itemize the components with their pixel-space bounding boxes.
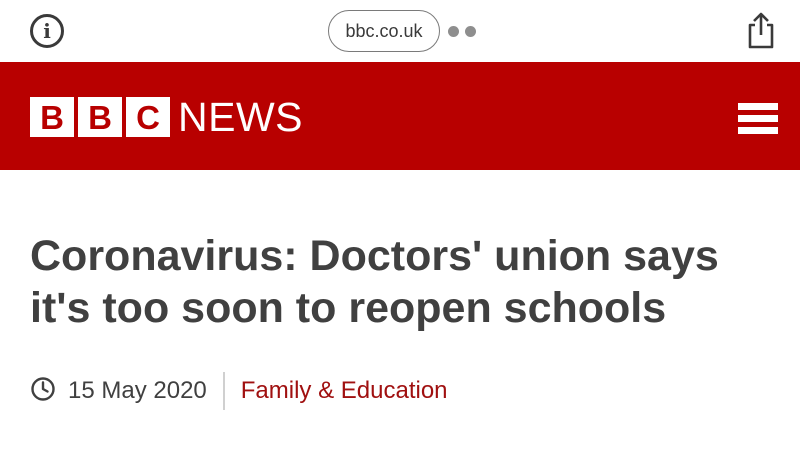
share-icon-graphic [748, 12, 774, 49]
clock-icon [31, 377, 55, 401]
page-dots-indicator [448, 26, 476, 37]
url-text: bbc.co.uk [345, 20, 423, 41]
news-wordmark[interactable]: NEWS [178, 95, 303, 139]
url-bar[interactable]: bbc.co.uk [328, 10, 440, 52]
logo-letter-c: C [126, 97, 170, 137]
bbc-logo[interactable]: B B C [30, 97, 170, 137]
page-dot [465, 26, 476, 37]
menu-bar [738, 115, 778, 122]
site-header: B B C NEWS [0, 62, 800, 170]
info-icon[interactable]: i [30, 14, 64, 48]
menu-bar [738, 127, 778, 134]
logo-letter-b1: B [30, 97, 74, 137]
page-dot [448, 26, 459, 37]
share-icon[interactable] [744, 10, 778, 50]
publish-date: 15 May 2020 [68, 377, 207, 404]
meta-divider [222, 372, 225, 410]
article-headline: Coronavirus: Doctors' union says it's to… [30, 232, 719, 332]
logo-letter-b2: B [78, 97, 122, 137]
article-meta: 15 May 2020 Family & Education [30, 372, 448, 410]
category-link[interactable]: Family & Education [241, 372, 448, 410]
hamburger-menu-icon[interactable] [738, 103, 778, 134]
menu-bar [738, 103, 778, 110]
browser-toolbar: i bbc.co.uk [0, 0, 800, 62]
